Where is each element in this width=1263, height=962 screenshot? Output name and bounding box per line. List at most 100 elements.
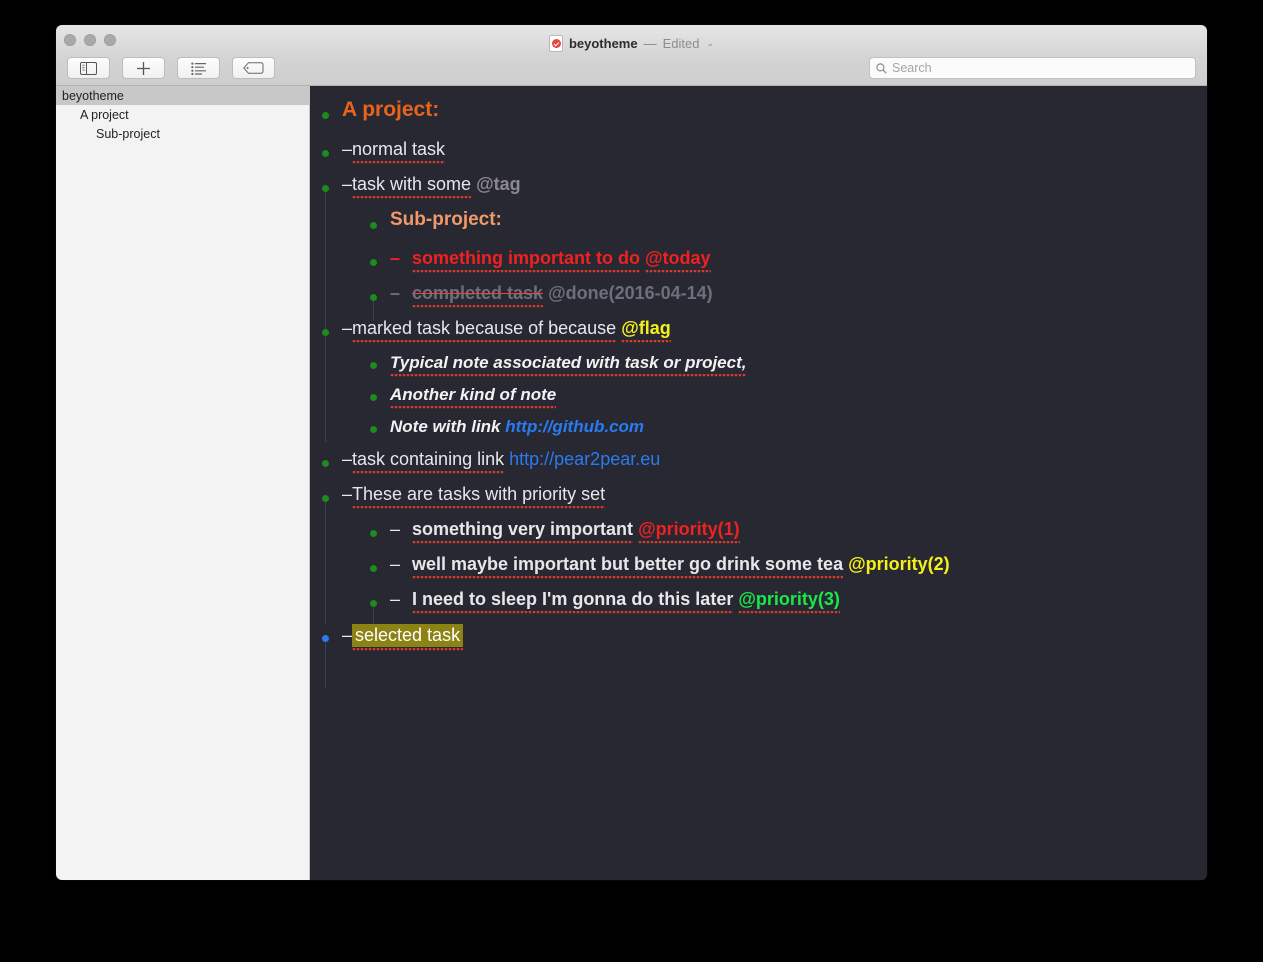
- row-content: – well maybe important but better go drin…: [310, 554, 950, 579]
- task-text: normal task: [352, 139, 446, 164]
- title-separator: —: [643, 36, 657, 51]
- outline-row-task-selected[interactable]: – selected task: [310, 624, 1207, 687]
- chevron-down-icon[interactable]: ⌄: [705, 38, 714, 49]
- row-bullet[interactable]: [322, 495, 329, 502]
- tag-priority-1[interactable]: @priority(1): [638, 519, 740, 544]
- toggle-sidebar-button[interactable]: [67, 57, 110, 79]
- outline-row-task[interactable]: – well maybe important but better go drin…: [310, 554, 1207, 589]
- project-title: A project:: [342, 98, 440, 121]
- tag-tag[interactable]: @tag: [476, 174, 521, 194]
- row-bullet[interactable]: [370, 362, 377, 369]
- row-content: – completed task @done(2016-04-14): [310, 283, 713, 308]
- row-content: – I need to sleep I'm gonna do this later…: [310, 589, 840, 614]
- outline-row-task[interactable]: – I need to sleep I'm gonna do this later…: [310, 589, 1207, 627]
- row-bullet[interactable]: [370, 222, 377, 229]
- indent-guide: [325, 642, 326, 687]
- task-text: completed task: [412, 283, 544, 308]
- note-link[interactable]: http://github.com: [505, 417, 644, 436]
- outline-row-task[interactable]: –task containing link http://pear2pear.e…: [310, 449, 1207, 484]
- task-text: well maybe important but better go drink…: [412, 554, 844, 579]
- note-text: Another kind of note: [390, 385, 557, 409]
- outline-row-task-done[interactable]: – completed task @done(2016-04-14): [310, 283, 1207, 321]
- tag-priority-3[interactable]: @priority(3): [738, 589, 840, 614]
- search-field[interactable]: [869, 57, 1196, 79]
- row-content: –These are tasks with priority set: [310, 484, 606, 509]
- note-text: Typical note associated with task or pro…: [390, 353, 747, 377]
- row-bullet[interactable]: [322, 635, 329, 642]
- row-bullet[interactable]: [370, 530, 377, 537]
- sidebar-item-beyotheme[interactable]: beyotheme: [56, 86, 309, 105]
- task-dash: –: [390, 248, 401, 268]
- row-content: –marked task because of because @flag: [310, 318, 671, 343]
- task-dash: –: [390, 519, 401, 539]
- selected-task-text[interactable]: selected task: [352, 624, 464, 651]
- row-bullet[interactable]: [322, 329, 329, 336]
- tag-icon: [243, 62, 264, 74]
- row-bullet[interactable]: [322, 112, 329, 119]
- row-content: – selected task: [310, 624, 464, 651]
- outline-row-task[interactable]: –marked task because of because @flag: [310, 318, 1207, 441]
- tag-priority-2[interactable]: @priority(2): [848, 554, 950, 574]
- sidebar: beyotheme A project Sub-project: [56, 86, 310, 880]
- tag-done[interactable]: @done(2016-04-14): [548, 283, 713, 303]
- task-dash: –: [342, 139, 353, 159]
- task-dash: –: [342, 318, 353, 338]
- taskpaper-document-icon: [548, 35, 563, 52]
- sidebar-item-sub-project[interactable]: Sub-project: [56, 124, 309, 143]
- row-bullet[interactable]: [370, 394, 377, 401]
- row-bullet[interactable]: [370, 426, 377, 433]
- titlebar: beyotheme — Edited ⌄: [56, 25, 1207, 86]
- sidebar-item-label: beyotheme: [62, 88, 124, 103]
- strikethrough-line: [412, 293, 544, 295]
- task-dash: –: [342, 449, 353, 469]
- task-dash: –: [390, 589, 401, 609]
- document-name: beyotheme: [568, 36, 638, 51]
- outline-row-project[interactable]: A project:: [310, 98, 1207, 139]
- task-dash: –: [342, 625, 353, 645]
- task-text: I need to sleep I'm gonna do this later: [412, 589, 734, 614]
- new-item-button[interactable]: [122, 57, 165, 79]
- search-input[interactable]: [892, 61, 1189, 75]
- row-bullet[interactable]: [370, 565, 377, 572]
- sidebar-item-a-project[interactable]: A project: [56, 105, 309, 124]
- app-window: beyotheme — Edited ⌄ Search beyotheme A …: [56, 25, 1207, 880]
- window-title: beyotheme — Edited ⌄: [56, 35, 1207, 52]
- note-text: Note with link: [390, 417, 501, 436]
- outline-editor[interactable]: A project: –normal task –task with some …: [310, 86, 1207, 880]
- outline-row-note[interactable]: Note with link http://github.com: [310, 417, 1207, 449]
- outline-row-task[interactable]: –normal task: [310, 139, 1207, 174]
- outline-row-task[interactable]: –These are tasks with priority set: [310, 484, 1207, 624]
- row-bullet[interactable]: [370, 600, 377, 607]
- sidebar-item-label: A project: [80, 107, 129, 122]
- task-link[interactable]: http://pear2pear.eu: [509, 449, 660, 469]
- outline-row-note[interactable]: Typical note associated with task or pro…: [310, 353, 1207, 385]
- row-bullet[interactable]: [370, 294, 377, 301]
- row-bullet[interactable]: [322, 185, 329, 192]
- task-dash: –: [342, 174, 353, 194]
- task-text: task containing link: [352, 449, 505, 474]
- row-content: Note with link http://github.com: [390, 417, 644, 437]
- outline-row-note[interactable]: Another kind of note: [310, 385, 1207, 417]
- tag-today[interactable]: @today: [645, 248, 711, 273]
- task-text: marked task because of because: [352, 318, 617, 343]
- outline-row-task[interactable]: –task with some @tag: [310, 174, 1207, 442]
- task-dash: –: [342, 484, 353, 504]
- row-bullet[interactable]: [322, 460, 329, 467]
- tag-flag[interactable]: @flag: [621, 318, 671, 343]
- task-dash: –: [390, 554, 401, 574]
- row-bullet[interactable]: [370, 259, 377, 266]
- subproject-title: Sub-project:: [390, 209, 502, 230]
- outline-list-button[interactable]: [177, 57, 220, 79]
- task-dash: –: [390, 283, 401, 303]
- row-content: – something important to do @today: [310, 248, 711, 273]
- tag-button[interactable]: [232, 57, 275, 79]
- search-icon: [876, 62, 887, 74]
- toolbar: [67, 57, 275, 79]
- outline-row-subproject[interactable]: Sub-project:: [310, 209, 1207, 248]
- outline-row-task[interactable]: – something important to do @today: [310, 248, 1207, 283]
- edited-status: Edited: [662, 36, 700, 51]
- outline-row-task[interactable]: – something very important @priority(1): [310, 519, 1207, 554]
- plus-icon: [137, 61, 150, 75]
- task-text: something very important: [412, 519, 634, 544]
- row-bullet[interactable]: [322, 150, 329, 157]
